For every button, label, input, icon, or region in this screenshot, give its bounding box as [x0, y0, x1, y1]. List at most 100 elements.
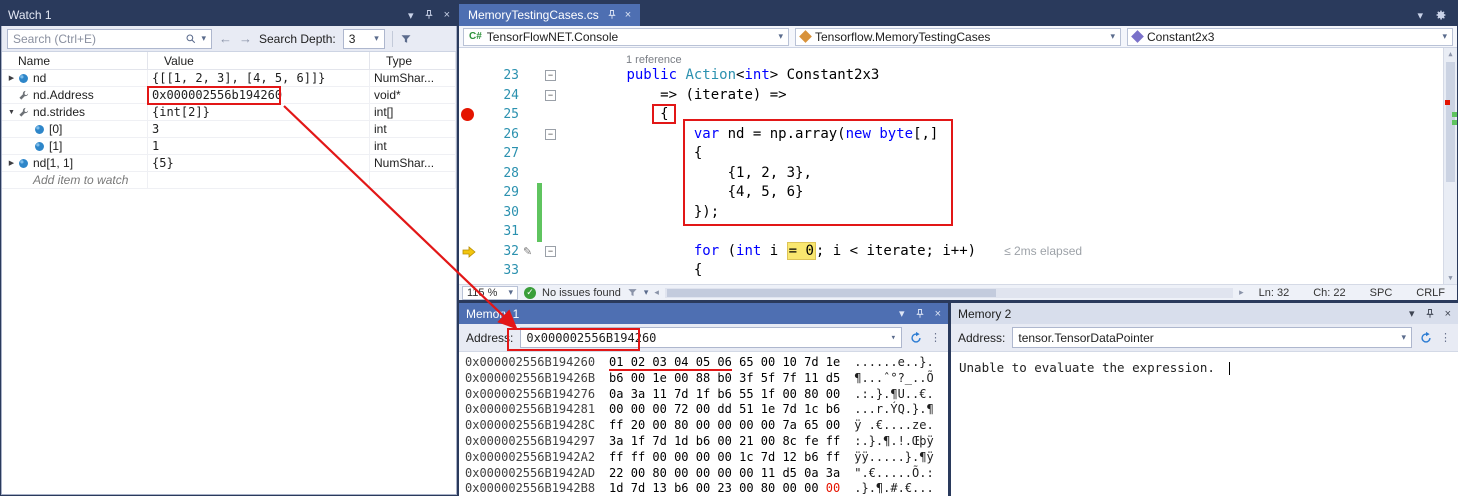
watch-search-box[interactable]: ▾ [7, 29, 212, 49]
close-icon[interactable]: × [444, 9, 450, 21]
watch-row[interactable]: ▼nd.strides{int[2]}int[] [2, 104, 456, 121]
health-check-icon[interactable]: ✓ [524, 287, 536, 299]
perf-tip[interactable]: ≤ 2ms elapsed [1004, 244, 1082, 258]
gear-icon[interactable] [1435, 9, 1447, 21]
pin-icon[interactable] [423, 9, 435, 21]
code-text[interactable]: => (iterate) => [660, 86, 786, 106]
scroll-left-icon[interactable]: ◂ [654, 287, 659, 298]
chevron-down-icon[interactable]: ▾ [1397, 332, 1406, 343]
scroll-down-icon[interactable]: ▼ [1444, 274, 1457, 282]
tab-title: MemoryTestingCases.cs [468, 8, 599, 22]
watch-add-row[interactable]: Add item to watch [2, 172, 456, 189]
watch-row[interactable]: [1]1int [2, 138, 456, 155]
toolbar-overflow-icon[interactable]: ⋮ [1440, 331, 1451, 344]
memory1-hex-view[interactable]: 0x000002556B194260 01 02 03 04 05 06 65 0… [459, 352, 948, 496]
code-area[interactable]: 1 reference 23−public Action<int> Consta… [459, 48, 1457, 284]
watch-value[interactable]: 3 [148, 121, 370, 137]
scroll-up-icon[interactable]: ▲ [1444, 50, 1457, 58]
watch-value[interactable]: {5} [148, 155, 370, 171]
variable-icon [33, 140, 46, 153]
memory1-titlebar[interactable]: Memory 1 ▾ × [459, 303, 948, 324]
address-input[interactable]: 0x000002556B194260 ▾ [520, 327, 902, 348]
watch-value[interactable] [148, 172, 370, 188]
close-icon[interactable]: × [625, 9, 631, 21]
refresh-icon[interactable] [1419, 331, 1433, 345]
editor-vertical-scrollbar[interactable]: ▲ ▼ [1443, 48, 1457, 284]
search-next-icon[interactable]: → [239, 31, 252, 46]
type-dropdown[interactable]: Tensorflow.MemoryTestingCases ▾ [795, 28, 1121, 46]
expand-icon[interactable]: ▶ [6, 159, 17, 167]
filter-icon[interactable] [400, 33, 412, 45]
code-text[interactable]: for (int i = 0; i < iterate; i++)≤ 2ms e… [694, 242, 1082, 262]
chevron-down-icon: ▾ [1438, 31, 1447, 42]
search-prev-icon[interactable]: ← [219, 31, 232, 46]
window-position-icon[interactable]: ▾ [408, 9, 414, 22]
memory-address: 0x000002556B194276 [465, 387, 595, 401]
column-header-value[interactable]: Value [148, 52, 370, 69]
status-line-number[interactable]: Ln: 32 [1250, 287, 1299, 299]
pin-icon[interactable] [914, 308, 926, 320]
tab-memorytestingcases[interactable]: MemoryTestingCases.cs × [459, 4, 640, 26]
active-files-chevron-icon[interactable]: ▾ [1417, 9, 1423, 22]
watch-value[interactable]: 1 [148, 138, 370, 154]
collapse-region-icon[interactable]: − [545, 246, 556, 257]
status-column-number[interactable]: Ch: 22 [1304, 287, 1354, 299]
watch-value[interactable]: {int[2]} [148, 104, 370, 120]
code-line-27: 27{ [459, 144, 1457, 164]
watch-row[interactable]: ▶nd[1, 1]{5}NumShar... [2, 155, 456, 172]
column-header-name[interactable]: Name [2, 52, 148, 69]
pin-icon[interactable] [1424, 308, 1436, 320]
zoom-select[interactable]: 115 % ▾ [462, 286, 518, 300]
memory2-titlebar[interactable]: Memory 2 ▾ × [951, 303, 1458, 324]
code-text[interactable]: {4, 5, 6} [728, 183, 804, 203]
code-text[interactable]: }); [694, 203, 719, 223]
issues-filter-icon[interactable]: ▾ [627, 287, 649, 298]
watch-titlebar[interactable]: Watch 1 ▾ × [1, 4, 457, 26]
expand-icon[interactable]: ▶ [6, 74, 17, 82]
code-text[interactable]: { [694, 144, 702, 164]
memory-bytes: 01 02 03 04 05 06 65 00 10 7d 1e [609, 355, 840, 371]
memory-address: 0x000002556B194260 [465, 355, 595, 369]
code-text[interactable]: {1, 2, 3}, [728, 164, 812, 184]
search-options-caret-icon[interactable]: ▾ [197, 33, 206, 44]
pin-icon[interactable] [606, 9, 618, 21]
scrollbar-thumb[interactable] [667, 289, 997, 297]
window-position-icon[interactable]: ▾ [1409, 307, 1415, 320]
scroll-right-icon[interactable]: ▸ [1239, 287, 1244, 298]
code-text[interactable]: public Action<int> Constant2x3 [626, 66, 879, 86]
column-header-type[interactable]: Type [370, 52, 456, 69]
watch-row[interactable]: nd.Address0x000002556b194260void* [2, 87, 456, 104]
close-icon[interactable]: × [1445, 308, 1451, 320]
status-line-ending[interactable]: CRLF [1407, 287, 1454, 299]
status-insert-mode[interactable]: SPC [1361, 287, 1402, 299]
collapse-region-icon[interactable]: − [545, 70, 556, 81]
search-depth-select[interactable]: 3 ▾ [343, 29, 385, 49]
code-text[interactable]: { [694, 261, 702, 281]
watch-value[interactable]: {[[1, 2, 3], [4, 5, 6]]} [148, 70, 370, 86]
code-text[interactable]: var nd = np.array(new byte[,] [694, 125, 938, 145]
project-dropdown[interactable]: C# TensorFlowNET.Console ▾ [463, 28, 789, 46]
refresh-icon[interactable] [909, 331, 923, 345]
chevron-down-icon: ▾ [640, 287, 649, 298]
close-icon[interactable]: × [935, 308, 941, 320]
chevron-down-icon[interactable]: ▾ [887, 333, 896, 343]
chevron-down-icon: ▾ [1106, 31, 1115, 42]
toolbar-overflow-icon[interactable]: ⋮ [930, 331, 941, 344]
editor-horizontal-scrollbar[interactable] [665, 288, 1233, 298]
codelens-references[interactable]: 1 reference [459, 48, 1457, 66]
collapse-icon[interactable]: ▼ [6, 109, 17, 116]
collapse-region-icon[interactable]: − [545, 129, 556, 140]
watch-row[interactable]: ▶nd{[[1, 2, 3], [4, 5, 6]]}NumShar... [2, 70, 456, 87]
window-position-icon[interactable]: ▾ [899, 307, 905, 320]
health-status-label[interactable]: No issues found [542, 287, 621, 299]
member-dropdown[interactable]: Constant2x3 ▾ [1127, 28, 1453, 46]
search-input[interactable] [13, 32, 185, 46]
collapse-region-icon[interactable]: − [545, 90, 556, 101]
memory2-view[interactable]: Unable to evaluate the expression. [951, 352, 1458, 496]
watch-value[interactable]: 0x000002556b194260 [148, 87, 370, 103]
watch-row[interactable]: [0]3int [2, 121, 456, 138]
code-text[interactable]: { [660, 105, 668, 125]
search-icon[interactable] [185, 33, 197, 45]
address-input[interactable]: tensor.TensorDataPointer ▾ [1012, 327, 1412, 348]
change-tracking-bar [537, 222, 542, 242]
